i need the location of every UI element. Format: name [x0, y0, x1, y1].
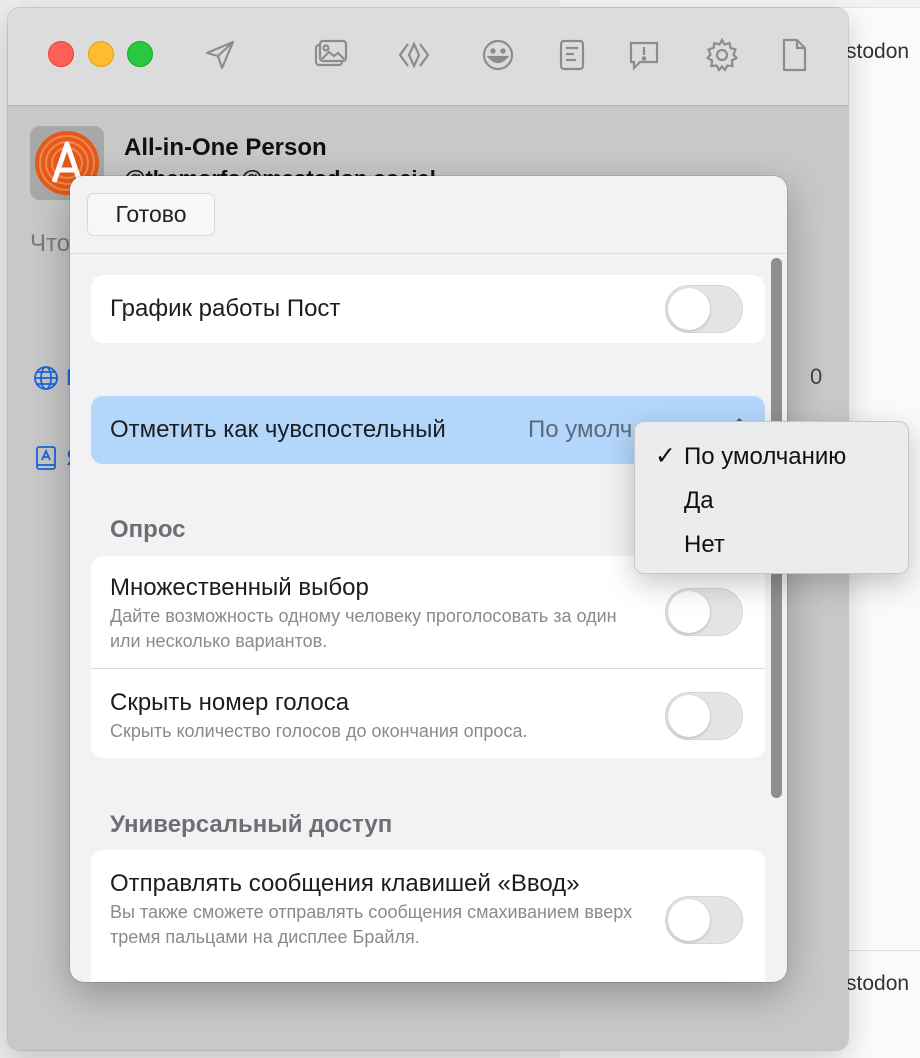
done-button[interactable]: Готово [87, 193, 215, 236]
background-app-text-top: stodon [846, 40, 910, 63]
sensitive-label: Отметить как чувспостельный [110, 416, 446, 443]
row-divider [91, 668, 765, 669]
enter-send-toggle[interactable] [665, 896, 743, 944]
post-options-sheet: Готово График работы Пост Отметить как ч… [70, 176, 787, 982]
hide-vote-count-toggle[interactable] [665, 692, 743, 740]
close-window-button[interactable] [48, 41, 74, 67]
menu-item-label: Да [684, 487, 714, 514]
settings-gear-icon[interactable] [702, 36, 742, 74]
zoom-window-button[interactable] [127, 41, 153, 67]
sensitive-popup-menu: ✓ По умолчанию Да Нет [634, 421, 909, 574]
accessibility-card: Отправлять сообщения клавишей «Ввод» Вы … [91, 850, 765, 982]
enter-send-title: Отправлять сообщения клавишей «Ввод» [110, 870, 580, 897]
checkmark-icon: ✓ [655, 442, 676, 470]
character-count: 0 [810, 364, 823, 389]
multiple-choice-title: Множественный выбор [110, 574, 369, 601]
minimize-window-button[interactable] [88, 41, 114, 67]
poll-section-header: Опрос [110, 516, 186, 543]
multiple-choice-toggle[interactable] [665, 588, 743, 636]
schedule-toggle[interactable] [665, 285, 743, 333]
menu-item-label: Нет [684, 531, 725, 558]
background-app-text-bottom: stodon [846, 972, 910, 995]
code-tag-icon[interactable] [394, 36, 434, 74]
background-top-strip [560, 0, 920, 8]
hide-vote-count-subtitle: Скрыть количество голосов до окончания о… [110, 721, 528, 741]
hide-vote-count-title: Скрыть номер голоса [110, 689, 350, 716]
schedule-card: График работы Пост [91, 275, 765, 343]
menu-item-default[interactable]: ✓ По умолчанию [635, 433, 910, 477]
image-icon[interactable] [310, 36, 350, 74]
enter-send-subtitle: Вы также сможете отправлять сообщения см… [110, 902, 633, 947]
window-titlebar [8, 8, 848, 106]
account-name: All-in-One Person [124, 134, 327, 161]
menu-item-yes[interactable]: Да [635, 477, 910, 521]
emoji-icon[interactable] [478, 36, 518, 74]
compose-placeholder[interactable]: Что [30, 230, 70, 258]
send-icon[interactable] [200, 36, 240, 74]
menu-item-label: По умолчанию [684, 443, 847, 470]
content-warning-icon[interactable] [624, 36, 664, 74]
menu-item-no[interactable]: Нет [635, 521, 910, 565]
accessibility-section-header: Универсальный доступ [110, 811, 393, 838]
globe-icon[interactable] [32, 364, 60, 392]
document-icon[interactable] [774, 36, 814, 74]
poll-icon[interactable] [552, 36, 592, 74]
sensitive-value[interactable]: По умолч [528, 416, 632, 444]
schedule-label: График работы Пост [110, 295, 341, 322]
multiple-choice-subtitle: Дайте возможность одному человеку прогол… [110, 606, 617, 651]
sheet-header: Готово [70, 176, 787, 254]
language-book-icon[interactable] [32, 444, 60, 472]
poll-card: Множественный выбор Дайте возможность од… [91, 556, 765, 758]
